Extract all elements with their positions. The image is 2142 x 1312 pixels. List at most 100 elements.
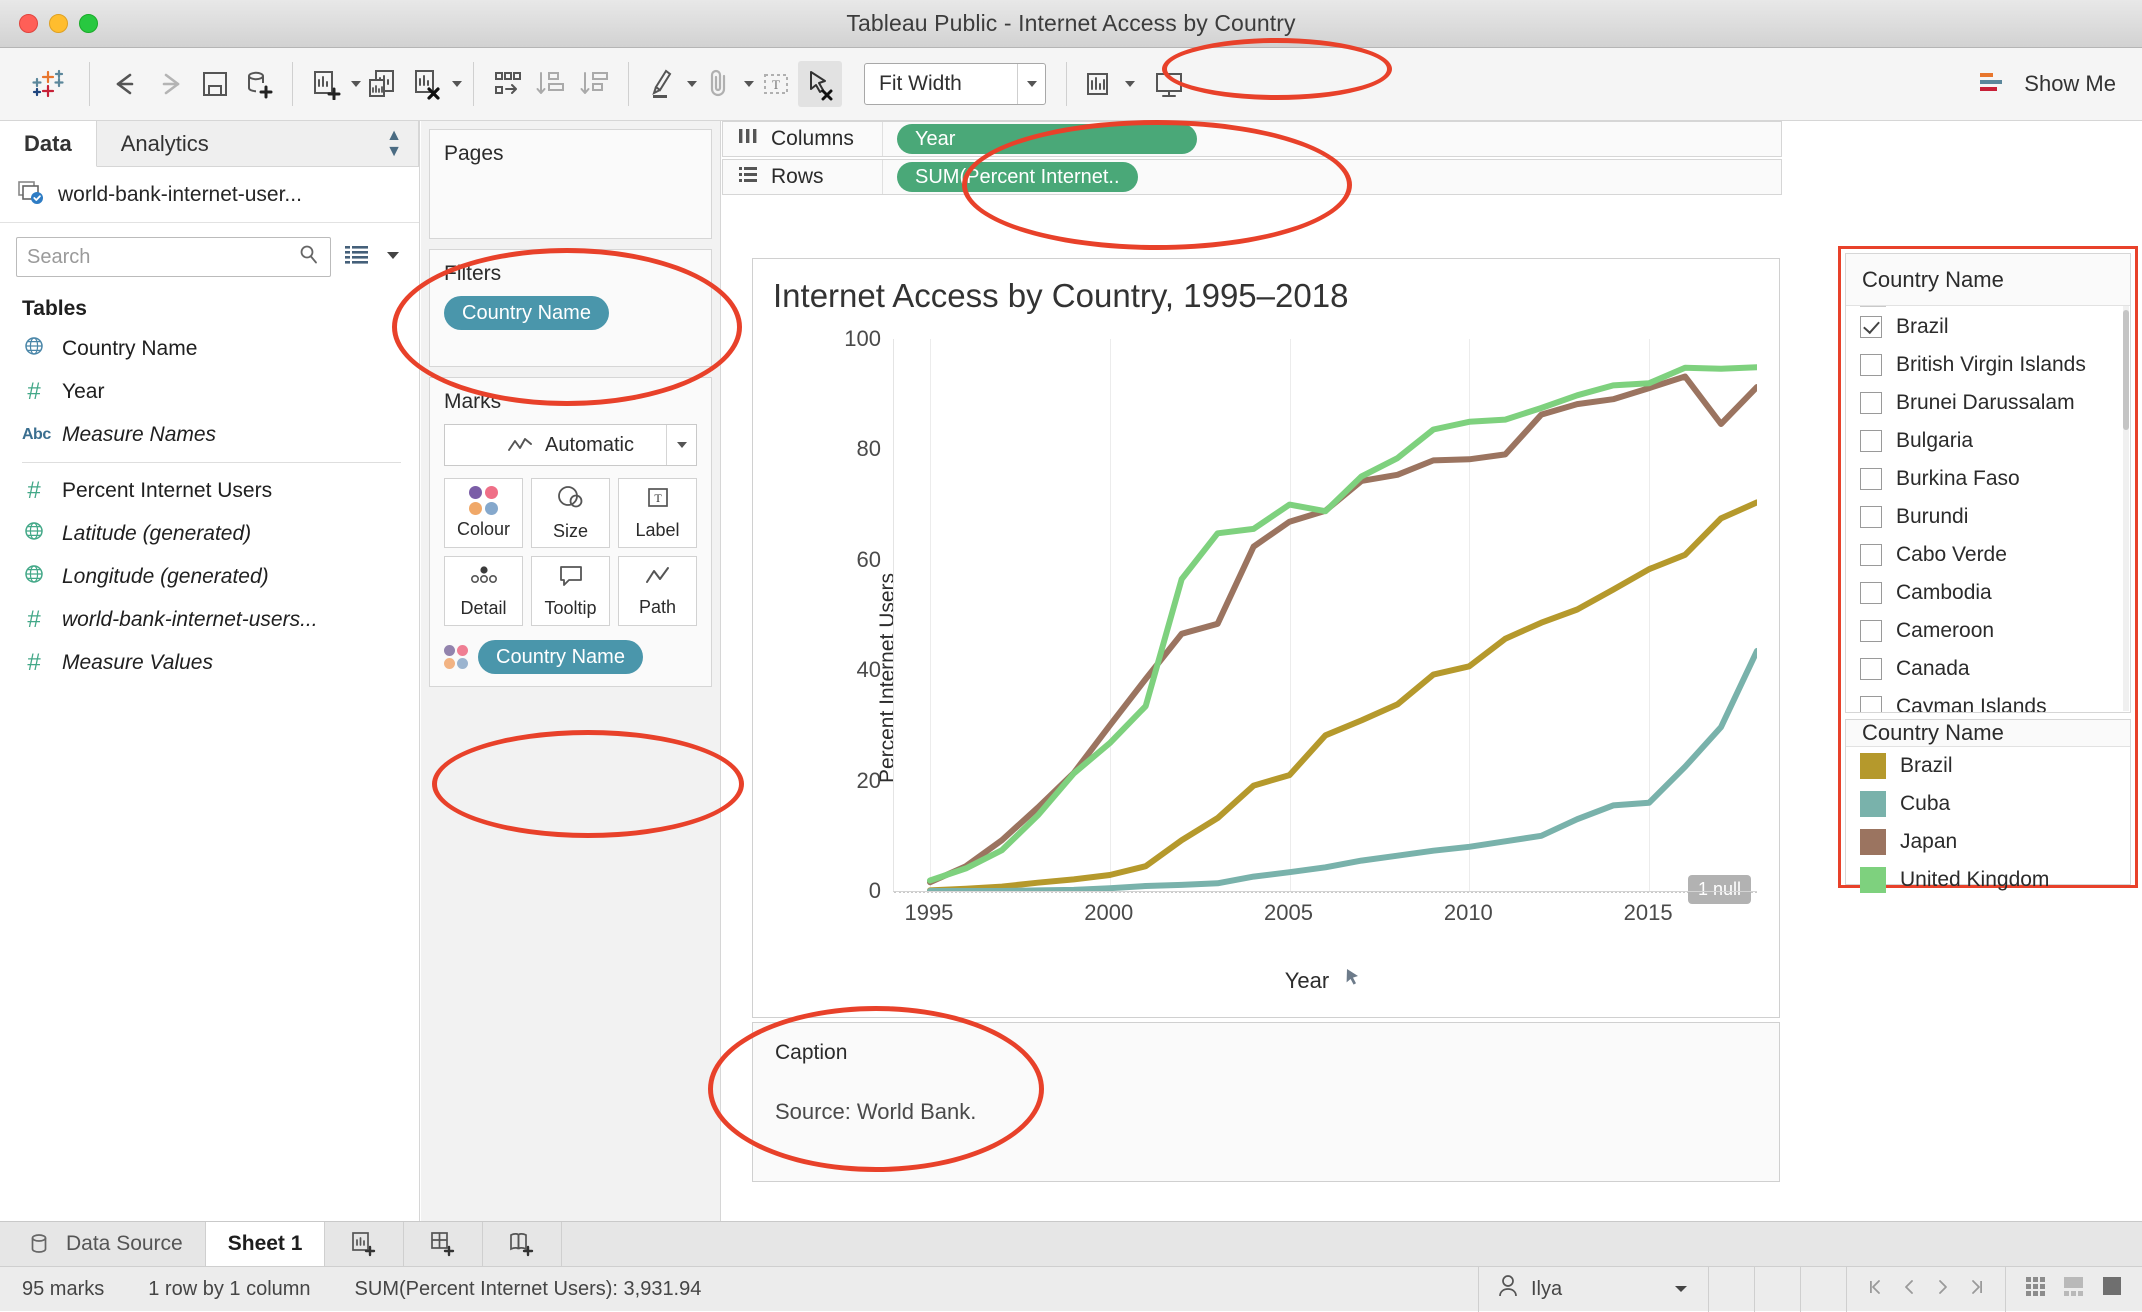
checkbox-icon[interactable] [1860, 696, 1882, 712]
chevron-down-icon[interactable] [666, 425, 696, 465]
field-longitude[interactable]: Longitude (generated) [22, 555, 419, 598]
country-checkbox-row[interactable]: Burkina Faso [1846, 460, 2130, 498]
clear-sheet-icon[interactable] [405, 61, 449, 107]
checkbox-icon[interactable] [1860, 582, 1882, 604]
field-country-name[interactable]: Country Name [22, 327, 419, 370]
forward-arrow-icon[interactable] [147, 61, 193, 107]
marks-detail-button[interactable]: Detail [444, 556, 523, 626]
sheet-tab-sheet-1[interactable]: Sheet 1 [206, 1222, 326, 1267]
duplicate-sheet-icon[interactable] [361, 61, 405, 107]
pin-icon[interactable] [1341, 966, 1365, 995]
page-navigation[interactable] [1846, 1267, 2005, 1312]
sort-descending-icon[interactable] [573, 61, 617, 107]
show-me-toolbar-icon[interactable] [1078, 61, 1122, 107]
attach-icon[interactable] [697, 61, 741, 107]
swap-rows-columns-icon[interactable] [485, 61, 529, 107]
chevron-down-icon[interactable] [1672, 1278, 1690, 1301]
field-measure-names[interactable]: Abc Measure Names [22, 413, 419, 456]
last-page-icon[interactable] [1967, 1277, 1987, 1302]
columns-shelf-drop[interactable]: Year [883, 124, 1781, 154]
country-checkbox-row[interactable]: Cambodia [1846, 574, 2130, 612]
data-source-tab[interactable]: Data Source [0, 1222, 206, 1267]
field-year[interactable]: # Year [22, 370, 419, 413]
search-field[interactable] [16, 237, 331, 277]
legend-item[interactable]: Brazil [1846, 747, 2130, 785]
fit-dropdown[interactable]: Fit Width [864, 63, 1046, 105]
show-filmstrip-icon[interactable] [2024, 1274, 2050, 1304]
checkbox-icon[interactable] [1860, 506, 1882, 528]
show-sheet-sorter-icon[interactable] [2062, 1274, 2088, 1304]
marks-tooltip-button[interactable]: Tooltip [531, 556, 610, 626]
marks-label-button[interactable]: T Label [618, 478, 697, 548]
presentation-mode-icon[interactable] [1147, 61, 1191, 107]
tab-analytics[interactable]: Analytics ▲▼ [97, 121, 419, 166]
search-icon[interactable] [298, 244, 320, 271]
pages-card[interactable]: Pages [429, 129, 712, 239]
text-box-icon[interactable]: T [754, 61, 798, 107]
new-data-source-icon[interactable] [237, 61, 281, 107]
tab-data[interactable]: Data [0, 121, 97, 167]
country-checkbox-row[interactable]: Bulgaria [1846, 422, 2130, 460]
field-row-count[interactable]: # world-bank-internet-users... [22, 598, 419, 641]
rows-pill-sum-percent-internet-users[interactable]: SUM(Percent Internet.. [897, 162, 1138, 192]
country-checkbox-row[interactable]: Brazil [1846, 308, 2130, 346]
marks-size-button[interactable]: Size [531, 478, 610, 548]
new-worksheet-button[interactable] [325, 1222, 404, 1267]
checkbox-icon[interactable] [1860, 316, 1882, 338]
first-page-icon[interactable] [1865, 1277, 1885, 1302]
show-single-sheet-icon[interactable] [2100, 1274, 2124, 1304]
chart-line-cuba[interactable] [930, 651, 1757, 891]
field-percent-internet-users[interactable]: # Percent Internet Users [22, 469, 419, 512]
attach-dropdown-icon[interactable] [744, 81, 754, 87]
rows-shelf[interactable]: Rows SUM(Percent Internet.. [722, 159, 1782, 195]
marks-colour-button[interactable]: Colour [444, 478, 523, 548]
new-worksheet-dropdown-icon[interactable] [351, 81, 361, 87]
filter-pill-country-name[interactable]: Country Name [444, 296, 609, 330]
show-me-dropdown-icon[interactable] [1125, 81, 1135, 87]
data-source-row[interactable]: world-bank-internet-user... [0, 167, 419, 223]
field-latitude[interactable]: Latitude (generated) [22, 512, 419, 555]
country-checkbox-row[interactable]: British Virgin Islands [1846, 346, 2130, 384]
legend-item[interactable]: Cuba [1846, 785, 2130, 823]
country-checkbox-row[interactable]: Cameroon [1846, 612, 2130, 650]
country-checkbox-row[interactable]: Brunei Darussalam [1846, 384, 2130, 422]
previous-page-icon[interactable] [1899, 1277, 1919, 1302]
tableau-logo-icon[interactable] [24, 61, 72, 107]
checkbox-icon[interactable] [1860, 354, 1882, 376]
fix-axes-icon[interactable] [798, 61, 842, 107]
country-checkbox-row[interactable]: Burundi [1846, 498, 2130, 536]
country-checkbox-list[interactable]: BrazilBritish Virgin IslandsBrunei Darus… [1846, 306, 2130, 712]
chart-canvas[interactable]: 1 null [893, 339, 1757, 891]
checkbox-icon[interactable] [1860, 468, 1882, 490]
marks-type-dropdown[interactable]: Automatic [444, 424, 697, 466]
checkbox-icon[interactable] [1860, 392, 1882, 414]
country-list-scrollbar-thumb[interactable] [2123, 310, 2129, 430]
country-checkbox-row[interactable]: Cayman Islands [1846, 688, 2130, 712]
checkbox-icon[interactable] [1860, 620, 1882, 642]
view-as-table-icon[interactable] [343, 243, 371, 272]
show-me-button[interactable]: Show Me [1978, 71, 2116, 97]
country-checkbox-row[interactable]: Cabo Verde [1846, 536, 2130, 574]
field-options-dropdown-icon[interactable] [383, 245, 403, 270]
search-input[interactable] [27, 246, 298, 269]
new-story-button[interactable] [483, 1222, 562, 1267]
new-dashboard-button[interactable] [404, 1222, 483, 1267]
view-mode-buttons[interactable] [2005, 1267, 2142, 1312]
marks-pill-country-name[interactable]: Country Name [478, 640, 643, 674]
new-worksheet-icon[interactable] [304, 61, 348, 107]
highlighter-dropdown-icon[interactable] [687, 81, 697, 87]
marks-path-button[interactable]: Path [618, 556, 697, 626]
checkbox-icon[interactable] [1860, 658, 1882, 680]
resize-handle-icon[interactable]: ▲▼ [386, 128, 402, 160]
legend-item[interactable]: Japan [1846, 823, 2130, 861]
next-page-icon[interactable] [1933, 1277, 1953, 1302]
user-account-dropdown[interactable]: Ilya [1478, 1267, 1708, 1312]
caption-card[interactable]: Caption Source: World Bank. [752, 1022, 1780, 1182]
columns-pill-year[interactable]: Year [897, 124, 1197, 154]
back-arrow-icon[interactable] [101, 61, 147, 107]
save-icon[interactable] [193, 61, 237, 107]
country-checkbox-row[interactable]: Canada [1846, 650, 2130, 688]
columns-shelf[interactable]: Columns Year [722, 121, 1782, 157]
highlighter-icon[interactable] [640, 61, 684, 107]
legend-item[interactable]: United Kingdom [1846, 861, 2130, 899]
